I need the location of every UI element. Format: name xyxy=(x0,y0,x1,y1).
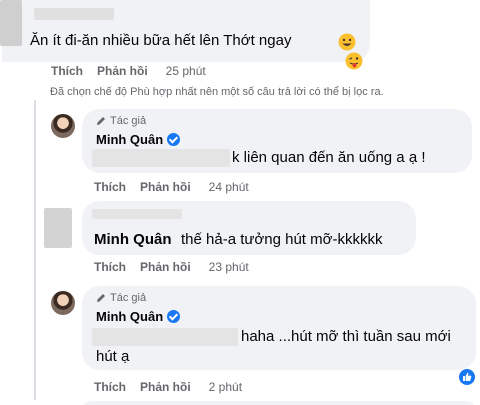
comment-bubble-3: Minh Quân thế hả-a tưởng hút mỡ-kkkkkk xyxy=(82,201,416,255)
avatar[interactable] xyxy=(51,114,75,138)
comment-text: thế hả-a tưởng hút mỡ-kkkkkk xyxy=(181,231,383,248)
pencil-icon xyxy=(97,294,105,302)
like-button[interactable]: Thích xyxy=(94,180,126,194)
filter-notice: Đã chọn chế độ Phù hợp nhất nên một số c… xyxy=(50,86,384,98)
redacted-name xyxy=(92,209,182,219)
reply-button[interactable]: Phản hồi xyxy=(140,180,191,194)
comment-text-line2: hút ạ xyxy=(96,348,130,365)
comment-actions-4: Thích Phản hồi 2 phút xyxy=(94,380,242,394)
comment-bubble-1: Ăn ít đi-ăn nhiều bữa hết lên Thớt ngay xyxy=(2,0,370,62)
avatar[interactable] xyxy=(51,291,75,315)
author-name[interactable]: Minh Quân xyxy=(96,309,163,324)
reply-button[interactable]: Phản hồi xyxy=(140,380,191,394)
like-button[interactable]: Thích xyxy=(94,380,126,394)
comment-text-line1: haha ...hút mỡ thì tuần sau mới xyxy=(241,328,451,345)
comment-actions-3: Thích Phản hồi 23 phút xyxy=(94,260,249,274)
thread-line xyxy=(34,100,36,400)
comment-bubble-next xyxy=(82,401,476,405)
timestamp[interactable]: 2 phút xyxy=(209,380,242,394)
comment-actions-1: Thích Phản hồi 25 phút xyxy=(51,64,206,78)
redacted-text xyxy=(92,149,230,167)
comment-actions-2: Thích Phản hồi 24 phút xyxy=(94,180,249,194)
author-badge-label: Tác giả xyxy=(110,115,147,127)
timestamp[interactable]: 25 phút xyxy=(166,64,206,78)
mention-link[interactable]: Minh Quân xyxy=(94,231,172,248)
comment-bubble-2: Tác giả Minh Quân k liên quan đến ăn uốn… xyxy=(82,109,472,173)
reply-button[interactable]: Phản hồi xyxy=(97,64,148,78)
pencil-icon xyxy=(97,117,105,125)
verified-badge-icon xyxy=(167,310,181,323)
thumbs-up-icon[interactable] xyxy=(458,368,476,386)
redacted-avatar xyxy=(0,0,22,46)
timestamp[interactable]: 23 phút xyxy=(209,260,249,274)
like-button[interactable]: Thích xyxy=(51,64,83,78)
timestamp[interactable]: 24 phút xyxy=(209,180,249,194)
redacted-avatar xyxy=(44,208,72,248)
author-badge-label: Tác giả xyxy=(110,292,147,304)
grinning-face-icon xyxy=(338,33,356,51)
comment-bubble-4: Tác giả Minh Quân haha ...hút mỡ thì tuầ… xyxy=(82,286,476,370)
author-badge: Tác giả xyxy=(96,115,146,127)
reply-button[interactable]: Phản hồi xyxy=(140,260,191,274)
redacted-name xyxy=(34,8,114,20)
verified-badge-icon xyxy=(167,133,181,146)
author-name[interactable]: Minh Quân xyxy=(96,132,163,147)
like-button[interactable]: Thích xyxy=(94,260,126,274)
redacted-text xyxy=(92,328,238,346)
author-badge: Tác giả xyxy=(96,292,146,304)
comment-text: Ăn ít đi-ăn nhiều bữa hết lên Thớt ngay xyxy=(30,32,292,49)
comment-text: k liên quan đến ăn uống a ạ ! xyxy=(232,149,426,166)
winking-tongue-face-icon xyxy=(345,52,363,70)
